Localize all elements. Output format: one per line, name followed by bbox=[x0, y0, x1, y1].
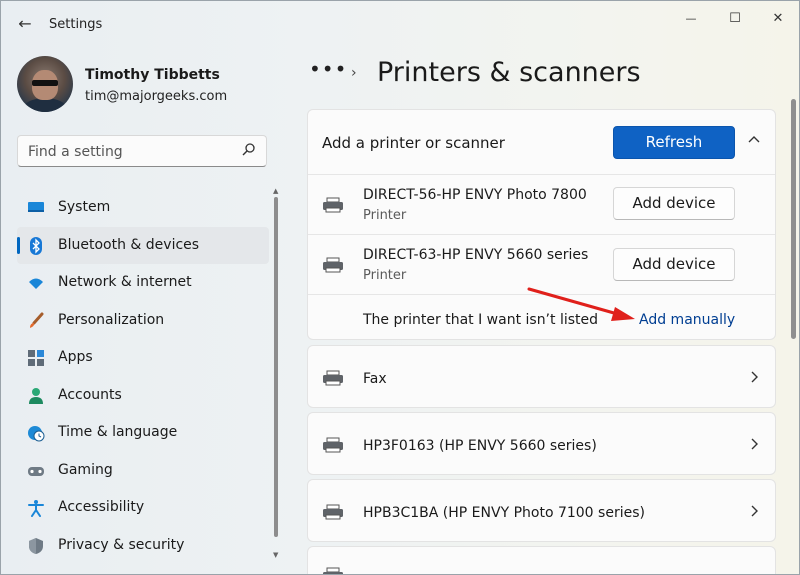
sidebar-item-label: Apps bbox=[58, 349, 93, 365]
discovered-printer-row: DIRECT-56-HP ENVY Photo 7800 Printer Add… bbox=[308, 174, 775, 234]
back-arrow-icon: ← bbox=[18, 14, 32, 33]
printer-name: HPB3C1BA (HP ENVY Photo 7100 series) bbox=[363, 505, 645, 521]
refresh-button[interactable]: Refresh bbox=[613, 126, 735, 159]
maximize-button[interactable]: ☐ bbox=[721, 9, 749, 27]
chevron-right-icon bbox=[748, 503, 760, 522]
printer-list-item[interactable]: Fax bbox=[307, 345, 776, 408]
printer-icon bbox=[323, 197, 343, 213]
sidebar-item-gaming[interactable]: Gaming bbox=[17, 452, 269, 490]
sidebar-item-label: System bbox=[58, 199, 111, 215]
user-name: Timothy Tibbetts bbox=[85, 67, 220, 83]
brush-icon bbox=[30, 312, 44, 328]
sidebar-nav: System Bluetooth & devices Network & int… bbox=[17, 189, 269, 564]
user-email: tim@majorgeeks.com bbox=[85, 89, 228, 104]
sidebar-item-label: Personalization bbox=[58, 311, 165, 328]
printer-type: Printer bbox=[363, 208, 407, 223]
breadcrumb-chevron-icon: › bbox=[351, 65, 357, 81]
apps-icon bbox=[28, 350, 44, 366]
sidebar-item-apps[interactable]: Apps bbox=[17, 339, 269, 377]
sidebar-item-network[interactable]: Network & internet bbox=[17, 264, 269, 302]
sidebar-item-privacy-security[interactable]: Privacy & security bbox=[17, 527, 269, 565]
selection-indicator bbox=[17, 236, 20, 254]
scroll-up-icon[interactable]: ▲ bbox=[273, 187, 278, 195]
sidebar-item-label: Accessibility bbox=[58, 499, 145, 515]
printer-icon bbox=[323, 567, 343, 574]
add-device-button[interactable]: Add device bbox=[613, 187, 735, 220]
maximize-icon: ☐ bbox=[729, 11, 741, 26]
printer-list-item[interactable]: HP3F0163 (HP ENVY 5660 series) bbox=[307, 412, 776, 475]
gamepad-icon bbox=[28, 466, 44, 476]
title-bar: ← Settings — ☐ ✕ bbox=[1, 1, 799, 47]
avatar[interactable] bbox=[17, 56, 73, 112]
sidebar-item-accounts[interactable]: Accounts bbox=[17, 377, 269, 415]
chevron-right-icon bbox=[748, 369, 760, 388]
sidebar-item-accessibility[interactable]: Accessibility bbox=[17, 489, 269, 527]
minimize-button[interactable]: — bbox=[677, 9, 705, 27]
printer-icon bbox=[323, 257, 343, 273]
sidebar-item-label: Gaming bbox=[58, 461, 113, 478]
wifi-icon bbox=[29, 278, 43, 289]
add-printer-label: Add a printer or scanner bbox=[322, 134, 505, 152]
printer-name: DIRECT-56-HP ENVY Photo 7800 bbox=[363, 187, 587, 203]
back-button[interactable]: ← bbox=[13, 13, 37, 35]
page-title: Printers & scanners bbox=[377, 57, 641, 88]
printer-list-item[interactable]: HPB3C1BA (HP ENVY Photo 7100 series) bbox=[307, 479, 776, 542]
sidebar-item-system[interactable]: System bbox=[17, 189, 269, 227]
printer-name: Fax bbox=[363, 371, 387, 387]
clock-globe-icon bbox=[28, 426, 45, 442]
search-placeholder: Find a setting bbox=[28, 144, 123, 160]
sidebar-item-label: Privacy & security bbox=[58, 536, 185, 553]
printer-icon bbox=[323, 437, 343, 453]
scrollbar-thumb[interactable] bbox=[791, 99, 796, 339]
add-manually-link[interactable]: Add manually bbox=[639, 312, 735, 328]
sidebar-item-label: Accounts bbox=[58, 386, 122, 403]
minimize-icon: — bbox=[685, 12, 697, 25]
printer-icon bbox=[323, 504, 343, 520]
content-scrollbar[interactable] bbox=[789, 99, 799, 349]
sidebar-item-label: Time & language bbox=[58, 424, 178, 440]
printer-name: HP3F0163 (HP ENVY 5660 series) bbox=[363, 438, 597, 454]
sidebar-item-bluetooth-devices[interactable]: Bluetooth & devices bbox=[17, 226, 269, 264]
search-icon[interactable] bbox=[238, 139, 260, 161]
search-input[interactable]: Find a setting bbox=[17, 135, 267, 167]
bluetooth-icon bbox=[30, 236, 42, 255]
shield-icon bbox=[29, 537, 43, 554]
scroll-down-icon[interactable]: ▼ bbox=[273, 551, 278, 559]
annotation-arrow bbox=[527, 287, 635, 321]
sidebar-item-time-language[interactable]: Time & language bbox=[17, 414, 269, 452]
chevron-right-icon bbox=[748, 436, 760, 455]
sidebar-item-personalization[interactable]: Personalization bbox=[17, 302, 269, 340]
add-device-button[interactable]: Add device bbox=[613, 248, 735, 281]
sidebar-item-label: Bluetooth & devices bbox=[58, 236, 200, 253]
close-button[interactable]: ✕ bbox=[764, 9, 792, 27]
add-printer-header[interactable]: Add a printer or scanner Refresh bbox=[308, 110, 775, 174]
scrollbar-thumb[interactable] bbox=[274, 197, 278, 537]
accessibility-icon bbox=[28, 500, 44, 517]
person-icon bbox=[29, 387, 43, 404]
settings-window: ← Settings — ☐ ✕ Timothy Tibbetts tim@ma… bbox=[0, 0, 800, 575]
app-title: Settings bbox=[49, 17, 103, 32]
system-icon bbox=[28, 202, 44, 212]
printer-list-item-partial[interactable] bbox=[307, 546, 776, 574]
printer-type: Printer bbox=[363, 268, 407, 283]
sidebar-scrollbar[interactable]: ▲ ▼ bbox=[273, 187, 279, 567]
fax-icon bbox=[323, 370, 343, 386]
printer-name: DIRECT-63-HP ENVY 5660 series bbox=[363, 247, 589, 263]
breadcrumb-more-button[interactable]: ••• bbox=[309, 57, 347, 81]
chevron-up-icon[interactable] bbox=[747, 131, 761, 150]
sidebar-item-label: Network & internet bbox=[58, 274, 192, 290]
close-icon: ✕ bbox=[772, 11, 784, 26]
